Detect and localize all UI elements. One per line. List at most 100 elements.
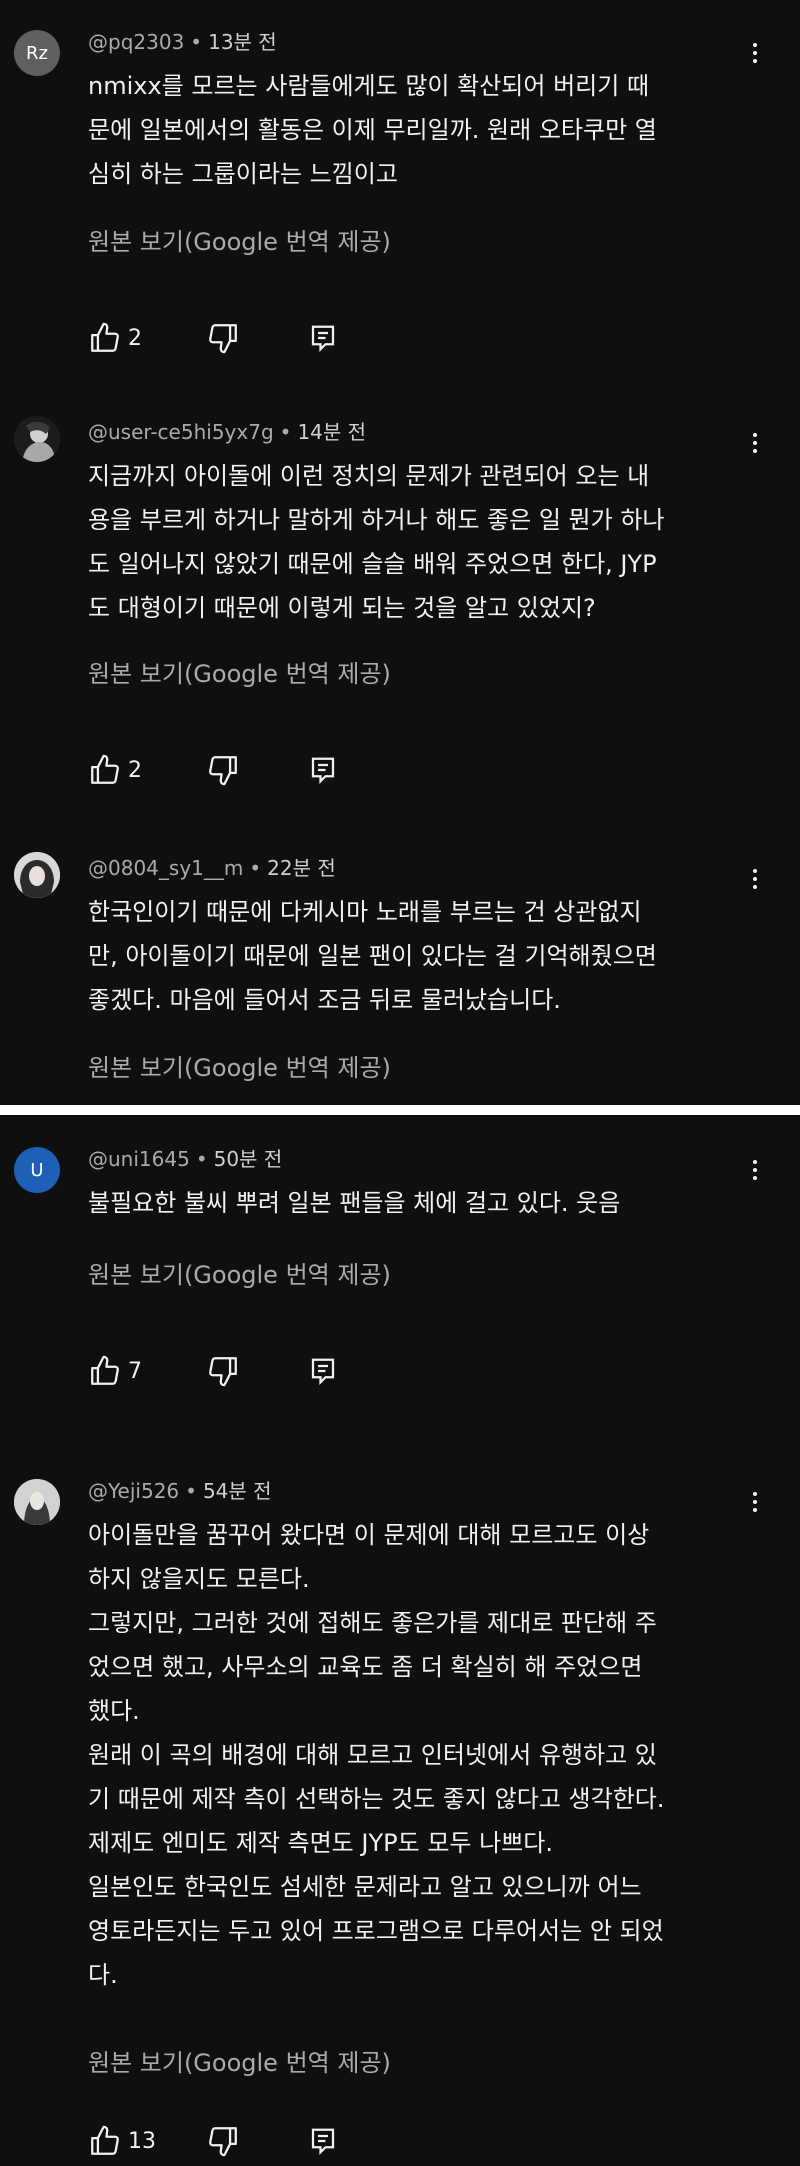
comment-time[interactable]: 54분 전 <box>203 1479 272 1503</box>
screenshot-panel-bottom: U @uni1645 • 50분 전 불필요한 불씨 뿌려 일본 팬들을 체에 걸고… <box>0 1115 800 2166</box>
comment-line: 심히 하는 그룹이라는 느낌이고 <box>88 160 398 188</box>
comment-line: nmixx를 모르는 사람들에게도 많이 확산되어 버리기 때 <box>88 72 650 100</box>
comment-line: 지금까지 아이돌에 이런 정치의 문제가 관련되어 오는 내 <box>88 462 650 490</box>
like-count: 7 <box>128 1358 142 1384</box>
like-count: 13 <box>128 2128 156 2154</box>
comment-line: 아이돌만을 꿈꾸어 왔다면 이 문제에 대해 모르고도 이상 <box>88 1521 650 1549</box>
view-original-link[interactable]: 원본 보기(Google 번역 제공) <box>88 654 391 689</box>
dislike-button[interactable] <box>206 1353 240 1389</box>
like-button[interactable]: 2 <box>88 320 142 356</box>
comment-meta: @Yeji526 • 54분 전 <box>88 1475 272 1504</box>
comment-line: 제제도 엔미도 제작 측면도 JYP도 모두 나쁘다. <box>88 1829 553 1857</box>
comment-line: 했다. <box>88 1697 140 1725</box>
view-original-link[interactable]: 원본 보기(Google 번역 제공) <box>88 2043 391 2078</box>
meta-separator: • <box>195 1147 208 1171</box>
comment-actions: 2 <box>88 752 388 788</box>
reply-button[interactable] <box>308 1353 338 1389</box>
reply-icon <box>308 1356 338 1386</box>
comment-actions: 2 <box>88 320 388 356</box>
comment-line: 었으면 했고, 사무소의 교육도 좀 더 확실히 해 주었으면 <box>88 1653 643 1681</box>
thumbs-down-icon <box>206 321 240 355</box>
comment-line: 도 대형이기 때문에 이렇게 되는 것을 알고 있었지? <box>88 594 596 622</box>
view-original-link[interactable]: 원본 보기(Google 번역 제공) <box>88 1048 391 1083</box>
like-count: 2 <box>128 325 142 351</box>
reply-button[interactable] <box>308 2123 338 2159</box>
comment-time[interactable]: 13분 전 <box>208 30 277 54</box>
dislike-button[interactable] <box>206 2123 240 2159</box>
comment-text: 아이돌만을 꿈꾸어 왔다면 이 문제에 대해 모르고도 이상 하지 않을지도 모… <box>88 1513 748 1997</box>
thumbs-up-icon <box>88 321 122 355</box>
comment-time[interactable]: 22분 전 <box>267 856 336 880</box>
comment-username[interactable]: @Yeji526 <box>88 1479 179 1503</box>
thumbs-down-icon <box>206 2124 240 2158</box>
avatar-image <box>14 1479 60 1525</box>
avatar-image <box>14 416 60 462</box>
screenshot-divider <box>0 1105 800 1115</box>
comment-username[interactable]: @0804_sy1__m <box>88 856 243 880</box>
reply-icon <box>308 323 338 353</box>
comment-line: 만, 아이돌이기 때문에 일본 팬이 있다는 걸 기억해줬으면 <box>88 942 657 970</box>
comment-line: 하지 않을지도 모른다. <box>88 1565 310 1593</box>
like-button[interactable]: 13 <box>88 2123 156 2159</box>
comment-meta: @user-ce5hi5yx7g • 14분 전 <box>88 416 366 445</box>
comment-line: 용을 부르게 하거나 말하게 하거나 해도 좋은 일 뭔가 하나 <box>88 506 665 534</box>
reply-button[interactable] <box>308 320 338 356</box>
avatar[interactable]: Rz <box>14 30 60 76</box>
comment-line: 영토라든지는 두고 있어 프로그램으로 다루어서는 안 되었 <box>88 1917 664 1945</box>
like-count: 2 <box>128 757 142 783</box>
more-options-icon[interactable] <box>745 1153 765 1187</box>
meta-separator: • <box>190 30 203 54</box>
screenshot-panel-top: Rz @pq2303 • 13분 전 nmixx를 모르는 사람들에게도 많이 확산… <box>0 0 800 1105</box>
comment-meta: @uni1645 • 50분 전 <box>88 1143 282 1172</box>
reply-button[interactable] <box>308 752 338 788</box>
view-original-link[interactable]: 원본 보기(Google 번역 제공) <box>88 1255 391 1290</box>
comment-line: 도 일어나지 않았기 때문에 슬슬 배워 주었으면 한다, JYP <box>88 550 657 578</box>
thumbs-up-icon <box>88 2124 122 2158</box>
reply-icon <box>308 755 338 785</box>
thumbs-up-icon <box>88 753 122 787</box>
more-options-icon[interactable] <box>745 862 765 896</box>
view-original-link[interactable]: 원본 보기(Google 번역 제공) <box>88 222 391 257</box>
comment-text: 불필요한 불씨 뿌려 일본 팬들을 체에 걸고 있다. 웃음 <box>88 1181 748 1225</box>
like-button[interactable]: 7 <box>88 1353 142 1389</box>
avatar[interactable] <box>14 852 60 898</box>
comment-line: 문에 일본에서의 활동은 이제 무리일까. 원래 오타쿠만 열 <box>88 116 657 144</box>
thumbs-down-icon <box>206 1354 240 1388</box>
more-options-icon[interactable] <box>745 1485 765 1519</box>
avatar-initials: U <box>30 1159 44 1181</box>
comment-time[interactable]: 14분 전 <box>297 420 366 444</box>
comment-line: 원래 이 곡의 배경에 대해 모르고 인터넷에서 유행하고 있 <box>88 1741 657 1769</box>
dislike-button[interactable] <box>206 320 240 356</box>
meta-separator: • <box>185 1479 197 1503</box>
comment-text: nmixx를 모르는 사람들에게도 많이 확산되어 버리기 때 문에 일본에서의… <box>88 64 748 196</box>
comment-text: 한국인이기 때문에 다케시마 노래를 부르는 건 상관없지 만, 아이돌이기 때… <box>88 890 748 1022</box>
reply-icon <box>308 2126 338 2156</box>
more-options-icon[interactable] <box>745 36 765 70</box>
comment-line: 한국인이기 때문에 다케시마 노래를 부르는 건 상관없지 <box>88 898 642 926</box>
more-options-icon[interactable] <box>745 426 765 460</box>
comment-line: 기 때문에 제작 측이 선택하는 것도 좋지 않다고 생각한다. <box>88 1785 665 1813</box>
comment-actions: 7 <box>88 1353 388 1389</box>
thumbs-down-icon <box>206 753 240 787</box>
comment-line: 일본인도 한국인도 섬세한 문제라고 알고 있으니까 어느 <box>88 1873 642 1901</box>
comment-line: 불필요한 불씨 뿌려 일본 팬들을 체에 걸고 있다. 웃음 <box>88 1189 621 1217</box>
like-button[interactable]: 2 <box>88 752 142 788</box>
comment-line: 좋겠다. 마음에 들어서 조금 뒤로 물러났습니다. <box>88 986 561 1014</box>
avatar-initials: Rz <box>26 42 48 64</box>
comment-meta: @0804_sy1__m • 22분 전 <box>88 852 336 881</box>
comment-line: 다. <box>88 1961 118 1989</box>
comment-actions: 13 <box>88 2123 388 2159</box>
avatar[interactable] <box>14 1479 60 1525</box>
comment-username[interactable]: @user-ce5hi5yx7g <box>88 420 274 444</box>
avatar-image <box>14 852 60 898</box>
avatar[interactable]: U <box>14 1147 60 1193</box>
comment-time[interactable]: 50분 전 <box>214 1147 283 1171</box>
meta-separator: • <box>249 856 262 880</box>
comment-username[interactable]: @pq2303 <box>88 30 184 54</box>
avatar[interactable] <box>14 416 60 462</box>
comment-text: 지금까지 아이돌에 이런 정치의 문제가 관련되어 오는 내 용을 부르게 하거… <box>88 454 748 630</box>
dislike-button[interactable] <box>206 752 240 788</box>
meta-separator: • <box>279 420 292 444</box>
thumbs-up-icon <box>88 1354 122 1388</box>
comment-username[interactable]: @uni1645 <box>88 1147 190 1171</box>
